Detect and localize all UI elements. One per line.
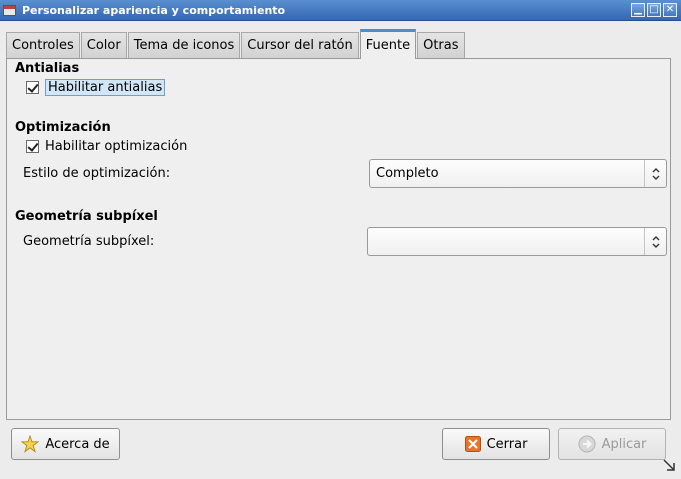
hinting-style-label: Estilo de optimización: [23, 166, 171, 181]
tab-color[interactable]: Color [80, 32, 127, 58]
apply-button[interactable]: Aplicar [558, 428, 666, 460]
font-settings-panel: Antialias Habilitar antialias Optimizaci… [6, 58, 671, 420]
close-button-label: Cerrar [486, 436, 528, 452]
subpixel-geometry-select[interactable] [367, 227, 667, 256]
apply-arrow-icon [578, 435, 596, 453]
maximize-button[interactable]: □ [647, 3, 661, 17]
subpixel-geometry-label: Geometría subpíxel: [23, 234, 155, 249]
close-window-button[interactable]: ✕ [663, 3, 677, 17]
hinting-section-title: Optimización [15, 120, 111, 135]
antialias-checkbox-box[interactable] [26, 81, 39, 94]
antialias-checkbox-label[interactable]: Habilitar antialias [45, 79, 166, 96]
hinting-checkbox-label[interactable]: Habilitar optimización [45, 139, 187, 154]
tab-bar: Controles Color Tema de iconos Cursor de… [6, 29, 466, 59]
hinting-checkbox[interactable]: Habilitar optimización [26, 139, 187, 154]
resize-grip-icon[interactable] [661, 457, 677, 477]
tab-cursor-raton[interactable]: Cursor del ratón [241, 32, 359, 58]
apply-button-label: Aplicar [601, 436, 647, 452]
tab-otras[interactable]: Otras [417, 32, 465, 58]
updown-arrows-icon [644, 160, 666, 187]
window-title: Personalizar apariencia y comportamiento [22, 3, 286, 17]
tab-fuente[interactable]: Fuente [359, 29, 417, 59]
minimize-button[interactable]: ▁ [631, 3, 645, 17]
antialias-checkbox[interactable]: Habilitar antialias [26, 79, 166, 96]
title-bar: Personalizar apariencia y comportamiento… [0, 0, 681, 21]
close-button[interactable]: Cerrar [442, 428, 550, 460]
hinting-style-select[interactable]: Completo [369, 159, 667, 188]
window-icon [3, 4, 16, 16]
updown-arrows-icon [644, 228, 666, 255]
tab-tema-iconos[interactable]: Tema de iconos [127, 32, 241, 58]
about-button-label: Acerca de [45, 436, 110, 452]
antialias-section-title: Antialias [15, 61, 80, 76]
subpixel-section-title: Geometría subpíxel [15, 209, 158, 224]
hinting-style-value: Completo [376, 166, 439, 181]
tab-controles[interactable]: Controles [6, 32, 80, 58]
close-icon [464, 436, 481, 452]
about-button[interactable]: Acerca de [11, 428, 120, 460]
hinting-checkbox-box[interactable] [26, 140, 39, 153]
star-icon [21, 435, 40, 453]
